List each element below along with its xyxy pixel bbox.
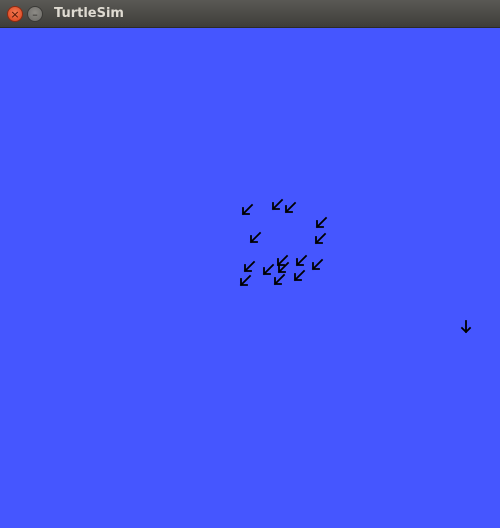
turtlesim-window: × – TurtleSim: [0, 0, 500, 528]
title-bar[interactable]: × – TurtleSim: [0, 0, 500, 28]
turtle-icon: [249, 231, 262, 244]
turtle-icon: [293, 269, 306, 282]
turtle-icon: [311, 258, 324, 271]
turtle-icon: [243, 260, 256, 273]
turtle-icon: [241, 203, 254, 216]
turtle-icon: [271, 198, 284, 211]
turtle-canvas: [0, 28, 500, 528]
turtle-icon: [273, 273, 286, 286]
turtle-icon: [276, 254, 289, 267]
turtle-icon: [239, 274, 252, 287]
close-button[interactable]: ×: [7, 6, 23, 22]
minimize-button[interactable]: –: [27, 6, 43, 22]
window-title: TurtleSim: [54, 6, 124, 21]
turtle-icon: [314, 232, 327, 245]
turtle-icon: [460, 320, 472, 334]
turtle-icon: [262, 263, 275, 276]
turtle-icon: [295, 254, 308, 267]
turtle-field: [239, 198, 472, 334]
turtle-icon: [284, 201, 297, 214]
turtle-icon: [315, 216, 328, 229]
